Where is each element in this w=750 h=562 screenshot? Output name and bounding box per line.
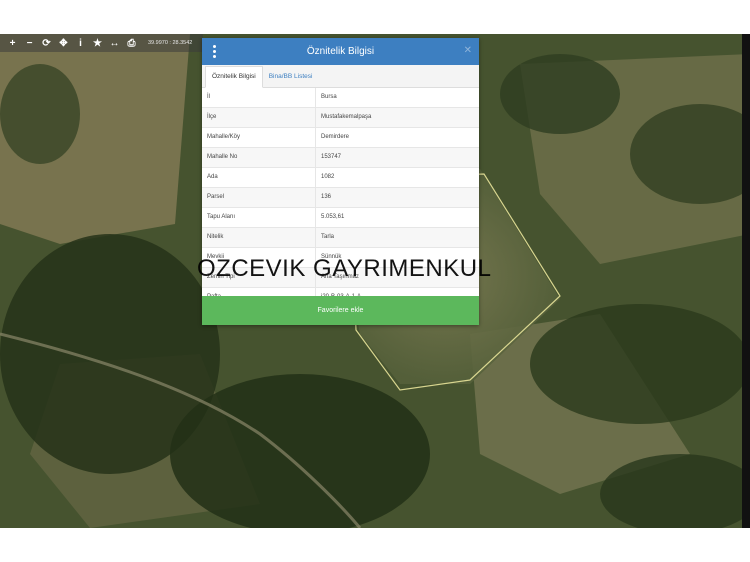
row-key: Ada [202,168,316,187]
row-value: Tarla [321,234,335,240]
row-value: Mustafakemalpaşa [321,114,372,120]
row-key: Tapu Alanı [202,208,316,227]
table-row: Ada 1082 [202,168,479,188]
zoom-out-icon[interactable]: − [21,34,38,52]
panel-title: Öznitelik Bilgisi [306,46,375,57]
table-row: Tapu Alanı 5.053,61 [202,208,479,228]
row-key: Nitelik [202,228,316,247]
row-value: 136 [321,194,332,200]
watermark-text: OZCEVIK GAYRIMENKUL [197,255,492,282]
coordinate-readout: 39.9970 : 28.3542 [148,40,193,46]
kebab-menu-icon[interactable] [212,45,216,58]
table-row: İlçe Mustafakemalpaşa [202,108,479,128]
panel-tabs: Öznitelik Bilgisi Bina/BB Listesi [202,65,479,88]
locate-icon[interactable]: ✥ [55,34,72,52]
row-key: İl [202,88,316,107]
map-toolbar: + − ⟳ ✥ i ★ ↔ ⎙ 39.9970 : 28.3542 [0,34,203,52]
row-key: İlçe [202,108,316,127]
add-to-favorites-button[interactable]: Favorilere ekle [202,296,479,325]
row-value: 5.053,61 [321,214,345,220]
table-row: Mahalle No 153747 [202,148,479,168]
row-key: Parsel [202,188,316,207]
panel-header: Öznitelik Bilgisi ✕ [202,38,479,65]
star-icon[interactable]: ★ [89,34,106,52]
close-icon[interactable]: ✕ [464,45,472,56]
zoom-in-icon[interactable]: + [4,34,21,52]
row-value: Demirdere [321,134,350,140]
table-row: Mahalle/Köy Demirdere [202,128,479,148]
table-row: Nitelik Tarla [202,228,479,248]
print-icon[interactable]: ⎙ [123,34,140,52]
row-key: Mahalle/Köy [202,128,316,147]
table-row: İl Bursa [202,88,479,108]
row-value: 1082 [321,174,335,180]
row-value: 153747 [321,154,342,160]
info-icon[interactable]: i [72,34,89,52]
row-value: Bursa [321,94,337,100]
measure-icon[interactable]: ↔ [106,34,123,52]
table-row: Parsel 136 [202,188,479,208]
refresh-icon[interactable]: ⟳ [38,34,55,52]
row-key: Mahalle No [202,148,316,167]
tab-building-list[interactable]: Bina/BB Listesi [263,67,319,87]
tab-attributes[interactable]: Öznitelik Bilgisi [205,66,263,88]
